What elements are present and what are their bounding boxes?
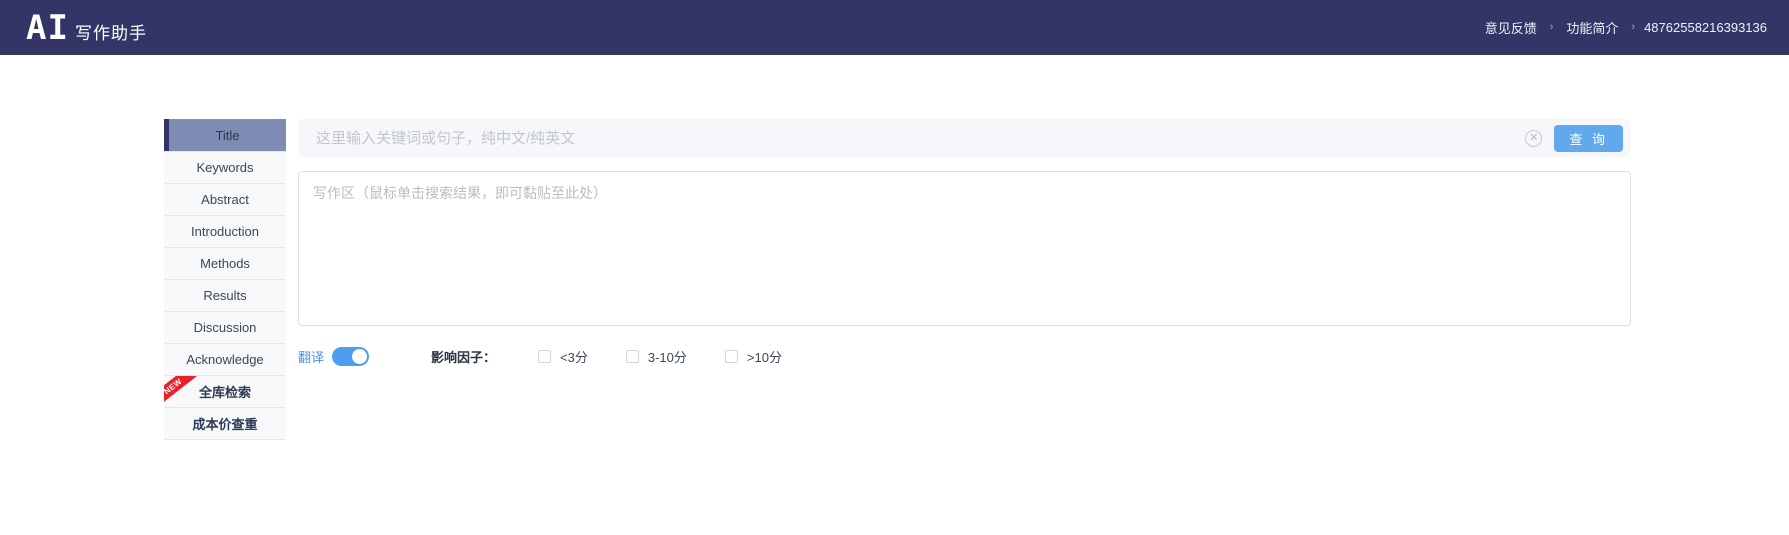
nav-features-link[interactable]: 功能简介	[1562, 16, 1622, 39]
sidebar-item-introduction[interactable]: Introduction	[164, 215, 286, 247]
checkbox-box-icon	[724, 350, 738, 363]
sidebar-item-keywords[interactable]: Keywords	[164, 151, 286, 183]
nav-feedback-link[interactable]: 意见反馈	[1481, 16, 1541, 39]
sidebar-item-label: 成本价查重	[192, 417, 258, 432]
brand-ai-mark: AI	[26, 7, 69, 48]
translate-toggle-group: 翻译	[298, 347, 370, 366]
sidebar-item-label: Acknowledge	[186, 352, 264, 367]
options-row: 翻译 影响因子： <3分 3-10分 >10分	[298, 347, 1631, 366]
impact-factor-label: 影响因子：	[431, 350, 497, 365]
search-bar: ✕ 查 询	[298, 119, 1631, 157]
chevron-right-icon: ›	[1549, 20, 1554, 33]
sidebar-item-label: Discussion	[193, 320, 257, 335]
translate-label: 翻译	[298, 350, 325, 365]
factor-checkbox-3-to-10[interactable]: 3-10分	[625, 347, 687, 366]
section-sidebar: Title Keywords Abstract Introduction Met…	[164, 119, 286, 440]
translate-toggle-switch[interactable]	[332, 347, 370, 366]
sidebar-item-label: Keywords	[196, 160, 254, 175]
factor-checkbox-label: 3-10分	[647, 350, 687, 365]
sidebar-item-abstract[interactable]: Abstract	[164, 183, 286, 215]
sidebar-item-cost-price-check[interactable]: 成本价查重	[164, 407, 286, 439]
sidebar-item-discussion[interactable]: Discussion	[164, 311, 286, 343]
top-nav: 意见反馈 › 功能简介 › 48762558216393136	[1481, 16, 1767, 39]
toggle-knob	[352, 349, 368, 364]
factor-checkbox-label: >10分	[746, 350, 782, 365]
sidebar-item-label: 全库检索	[198, 385, 251, 400]
checkbox-box-icon	[538, 350, 552, 363]
page-body: Title Keywords Abstract Introduction Met…	[0, 55, 1789, 440]
sidebar-item-methods[interactable]: Methods	[164, 247, 286, 279]
search-input[interactable]	[314, 119, 1526, 157]
brand-name-label: 写作助手	[74, 23, 147, 43]
sidebar-item-label: Introduction	[191, 224, 259, 239]
sidebar-item-title[interactable]: Title	[164, 119, 286, 151]
sidebar-item-label: Results	[203, 288, 247, 303]
top-header-bar: AI 写作助手 意见反馈 › 功能简介 › 48762558216393136	[0, 0, 1789, 55]
factor-checkbox-label: <3分	[560, 350, 588, 365]
writing-area-textarea[interactable]	[298, 171, 1631, 326]
factor-checkbox-over-10[interactable]: >10分	[724, 347, 782, 366]
sidebar-item-label: Title	[215, 127, 240, 143]
sidebar-item-acknowledge[interactable]: Acknowledge	[164, 343, 286, 375]
new-badge-ribbon: NEW	[164, 376, 200, 407]
chevron-right-icon-2: ›	[1631, 20, 1636, 33]
sidebar-item-results[interactable]: Results	[164, 279, 286, 311]
factor-checkbox-under-3[interactable]: <3分	[538, 347, 588, 366]
section-main-content: ✕ 查 询 翻译 影响因子： <3分 3-10分 >10分	[286, 119, 1789, 366]
query-button[interactable]: 查 询	[1554, 124, 1623, 152]
checkbox-box-icon	[625, 350, 639, 363]
brand-logo: AI 写作助手	[26, 11, 147, 45]
close-circle-icon[interactable]: ✕	[1525, 129, 1543, 147]
sidebar-item-label: Abstract	[201, 192, 249, 207]
user-id-label: 48762558216393136	[1644, 20, 1767, 35]
sidebar-item-full-library-search[interactable]: NEW 全库检索	[164, 375, 286, 407]
sidebar-item-label: Methods	[200, 256, 250, 271]
